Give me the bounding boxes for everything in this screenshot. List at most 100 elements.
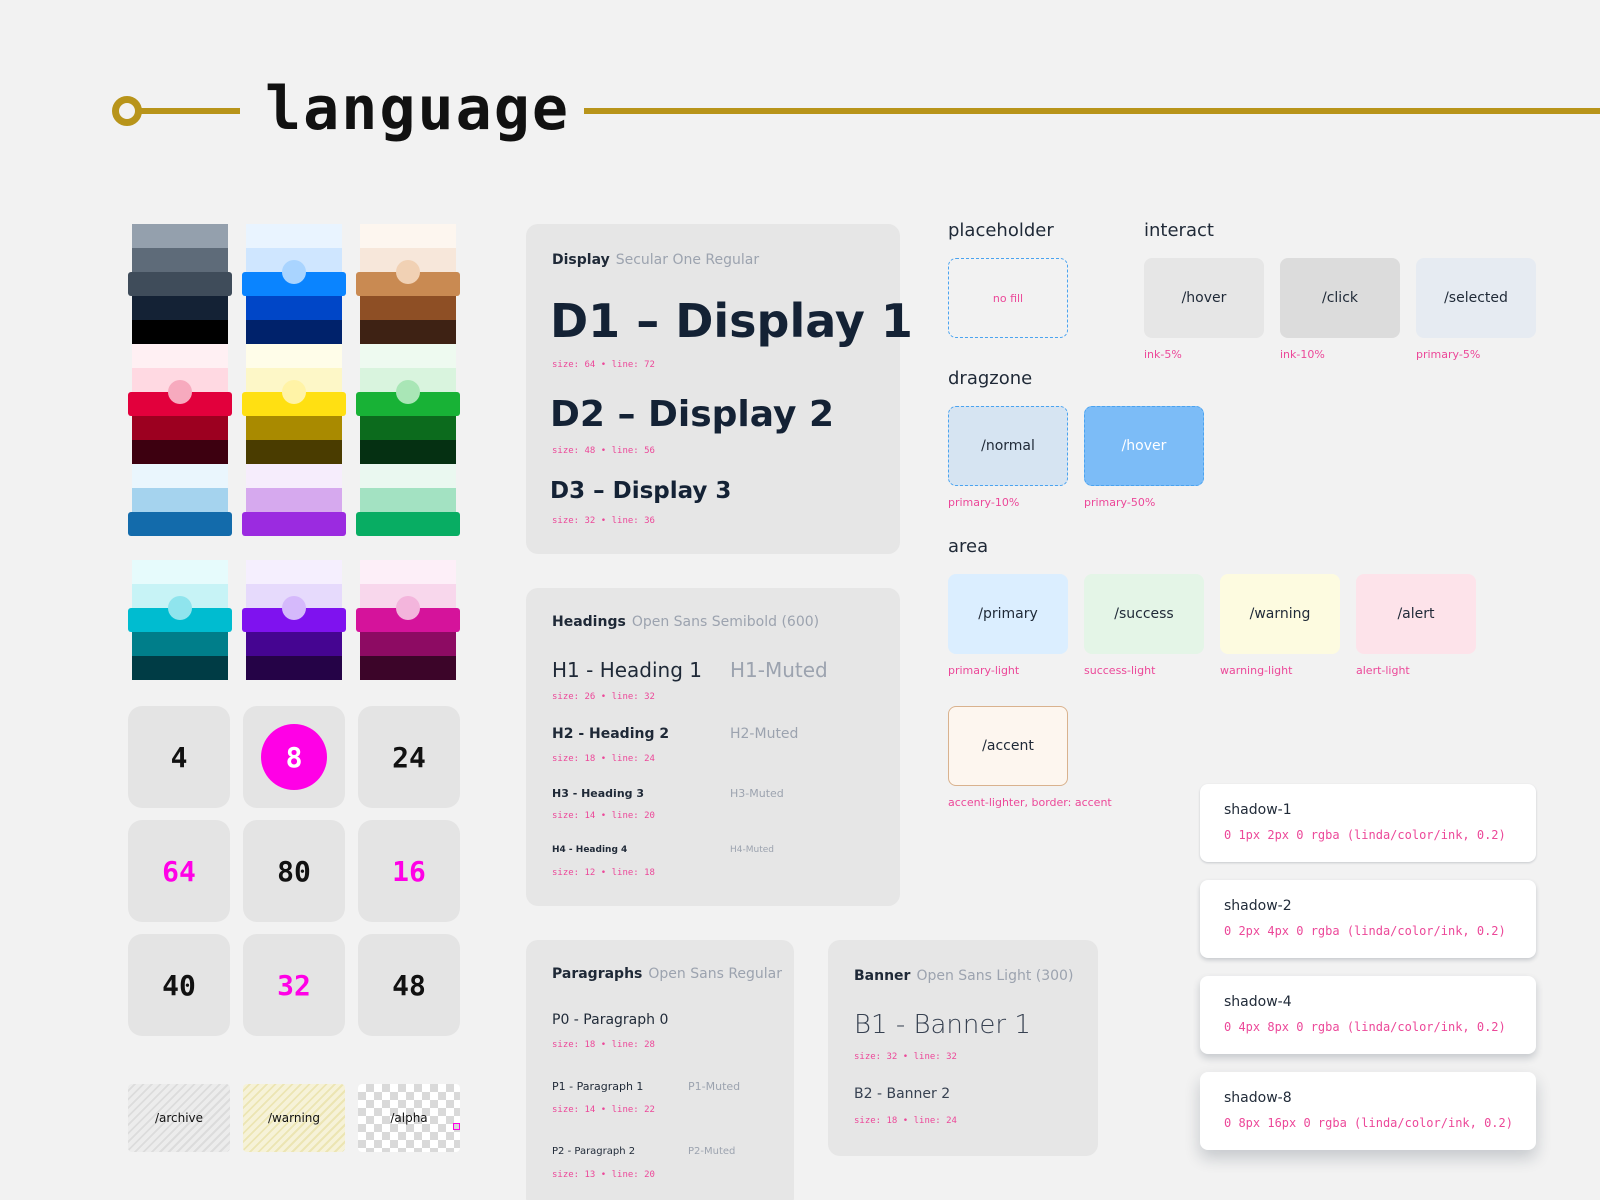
heading-3-sample: H3 - Heading 3 (552, 787, 645, 800)
heading-4-sample: H4 - Heading 4 (552, 845, 628, 855)
spacing-tile: 40 (128, 934, 230, 1036)
swatch-block (132, 560, 228, 584)
swatch-block (132, 440, 228, 464)
paragraph-1-sample: P1 - Paragraph 1 (552, 1080, 644, 1093)
dragzone-heading: dragzone (948, 368, 1033, 389)
area-caption: warning-light (1220, 664, 1293, 677)
swatch-dot (282, 596, 306, 620)
paragraph-2-muted: P2-Muted (688, 1146, 736, 1157)
swatch-block (246, 440, 342, 464)
swatch-band (128, 512, 232, 536)
swatch-dot (168, 596, 192, 620)
swatch-dot (396, 380, 420, 404)
dragzone-hover-box: /hover (1084, 406, 1204, 486)
swatch-block (360, 632, 456, 656)
area-caption: primary-light (948, 664, 1020, 677)
area-alert-box: /alert (1356, 574, 1476, 654)
paragraphs-panel: Paragraphs Open Sans Regular P0 - Paragra… (526, 940, 794, 1200)
swatch-block (132, 488, 228, 512)
shadow-name: shadow-4 (1224, 994, 1292, 1010)
swatch-block (246, 632, 342, 656)
heading-4-meta: size: 12 • line: 18 (552, 868, 655, 878)
spacing-tile: 48 (358, 934, 460, 1036)
swatch-block (132, 320, 228, 344)
shadow-value: 0 4px 8px 0 rgba (linda/color/ink, 0.2) (1224, 1020, 1506, 1034)
shadow-value: 0 8px 16px 0 rgba (linda/color/ink, 0.2) (1224, 1116, 1513, 1130)
shadow-2-card: shadow-2 0 2px 4px 0 rgba (linda/color/i… (1200, 880, 1536, 958)
swatch-block (132, 656, 228, 680)
swatch-block (246, 320, 342, 344)
area-primary-box: /primary (948, 574, 1068, 654)
spacing-tile-highlight: 8 (261, 724, 327, 790)
page-title: language (265, 74, 570, 144)
swatch-block (360, 344, 456, 368)
swatch-block (132, 416, 228, 440)
banner-1-sample: B1 - Banner 1 (854, 1010, 1031, 1040)
area-success-box: /success (1084, 574, 1204, 654)
heading-2-sample: H2 - Heading 2 (552, 726, 670, 742)
placeholder-box: no fill (948, 258, 1068, 338)
area-caption: alert-light (1356, 664, 1410, 677)
swatch-block (132, 344, 228, 368)
heading-2-muted: H2-Muted (730, 726, 799, 742)
shadow-value: 0 2px 4px 0 rgba (linda/color/ink, 0.2) (1224, 924, 1506, 938)
dragzone-normal-box: /normal (948, 406, 1068, 486)
dragzone-caption: primary-10% (948, 496, 1020, 509)
spacing-tile: 24 (358, 706, 460, 808)
spacing-tile: 16 (358, 820, 460, 922)
swatch-block (246, 656, 342, 680)
area-accent-box: /accent (948, 706, 1068, 786)
swatch-dot (282, 260, 306, 284)
headings-panel-title: Headings Open Sans Semibold (600) (552, 614, 820, 630)
shadow-value: 0 1px 2px 0 rgba (linda/color/ink, 0.2) (1224, 828, 1506, 842)
pattern-label: /alpha (390, 1111, 428, 1125)
spacing-tile: 32 (243, 934, 345, 1036)
heading-2-meta: size: 18 • line: 24 (552, 754, 655, 764)
swatch-block (246, 560, 342, 584)
swatch-block (360, 656, 456, 680)
shadow-name: shadow-1 (1224, 802, 1292, 818)
area-caption: success-light (1084, 664, 1156, 677)
swatch-block (246, 464, 342, 488)
banner-panel-title: Banner Open Sans Light (300) (854, 968, 1074, 984)
heading-3-meta: size: 14 • line: 20 (552, 811, 655, 821)
spacing-tile: 80 (243, 820, 345, 922)
swatch-block (360, 464, 456, 488)
shadow-4-card: shadow-4 0 4px 8px 0 rgba (linda/color/i… (1200, 976, 1536, 1054)
swatch-band (242, 512, 346, 536)
pattern-label: /archive (154, 1111, 204, 1125)
pattern-alpha: /alpha (358, 1084, 460, 1152)
swatch-block (132, 464, 228, 488)
paragraph-0-meta: size: 18 • line: 28 (552, 1040, 655, 1050)
paragraph-2-meta: size: 13 • line: 20 (552, 1170, 655, 1180)
spacing-tile: 8 (243, 706, 345, 808)
interact-caption: ink-5% (1144, 348, 1182, 361)
pattern-warning: /warning (243, 1084, 345, 1152)
heading-1-muted: H1-Muted (730, 658, 828, 682)
interact-caption: primary-5% (1416, 348, 1481, 361)
display-2-sample: D2 – Display 2 (550, 394, 834, 435)
heading-4-muted: H4-Muted (730, 845, 774, 855)
swatch-dot (282, 380, 306, 404)
spacing-tile: 4 (128, 706, 230, 808)
display-1-meta: size: 64 • line: 72 (552, 360, 655, 370)
shadow-1-card: shadow-1 0 1px 2px 0 rgba (linda/color/i… (1200, 784, 1536, 862)
interact-click-box: /click (1280, 258, 1400, 338)
swatch-dot (396, 596, 420, 620)
display-1-sample: D1 – Display 1 (550, 294, 913, 348)
headings-panel: Headings Open Sans Semibold (600) H1 - He… (526, 588, 900, 906)
swatch-dot (396, 260, 420, 284)
banner-2-sample: B2 - Banner 2 (854, 1086, 951, 1102)
paragraph-1-muted: P1-Muted (688, 1080, 741, 1093)
swatch-block (246, 488, 342, 512)
swatch-block (246, 224, 342, 248)
swatch-block (246, 296, 342, 320)
swatch-block (246, 344, 342, 368)
interact-selected-box: /selected (1416, 258, 1536, 338)
swatch-block (132, 248, 228, 272)
swatch-block (360, 416, 456, 440)
swatch-block (360, 440, 456, 464)
swatch-block (132, 632, 228, 656)
swatch-block (360, 320, 456, 344)
swatch-block (360, 296, 456, 320)
